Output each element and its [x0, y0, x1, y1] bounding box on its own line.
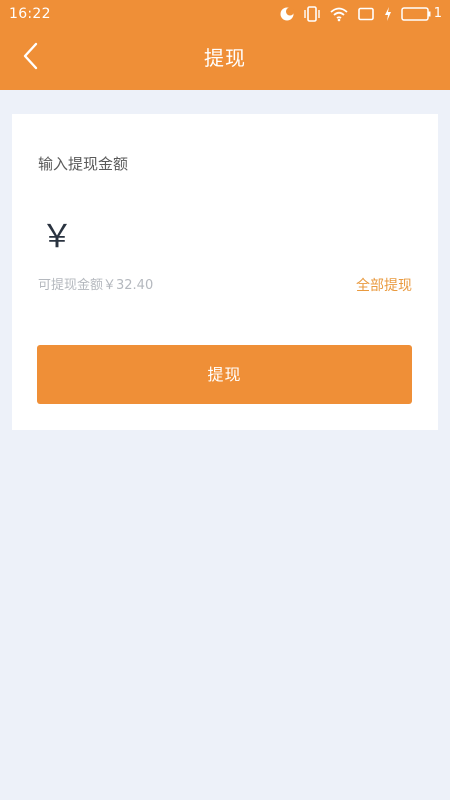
moon-icon — [279, 6, 295, 22]
amount-input[interactable] — [77, 216, 412, 256]
app-header: 16:22 1 提现 — [0, 0, 450, 90]
amount-input-row: ￥ — [38, 214, 412, 258]
screen-icon — [357, 6, 375, 22]
withdraw-card: 输入提现金额 ￥ 可提现金额￥32.40 全部提现 提现 — [12, 114, 438, 430]
status-bar: 16:22 1 — [0, 0, 450, 28]
battery-level: 1 — [433, 6, 442, 21]
page-title: 提现 — [204, 46, 246, 70]
vibrate-icon — [303, 6, 321, 22]
charging-icon — [383, 6, 393, 22]
status-time: 16:22 — [9, 6, 51, 22]
currency-symbol: ￥ — [41, 217, 74, 255]
withdraw-button[interactable]: 提现 — [37, 345, 412, 404]
available-row: 可提现金额￥32.40 全部提现 — [38, 276, 412, 296]
withdraw-all-link[interactable]: 全部提现 — [356, 276, 412, 296]
available-amount-text: 可提现金额￥32.40 — [38, 278, 154, 293]
wifi-icon — [329, 6, 349, 22]
nav-bar: 提现 — [0, 28, 450, 90]
amount-label: 输入提现金额 — [38, 155, 129, 173]
battery-icon — [400, 6, 431, 22]
status-icons: 1 — [279, 4, 442, 24]
